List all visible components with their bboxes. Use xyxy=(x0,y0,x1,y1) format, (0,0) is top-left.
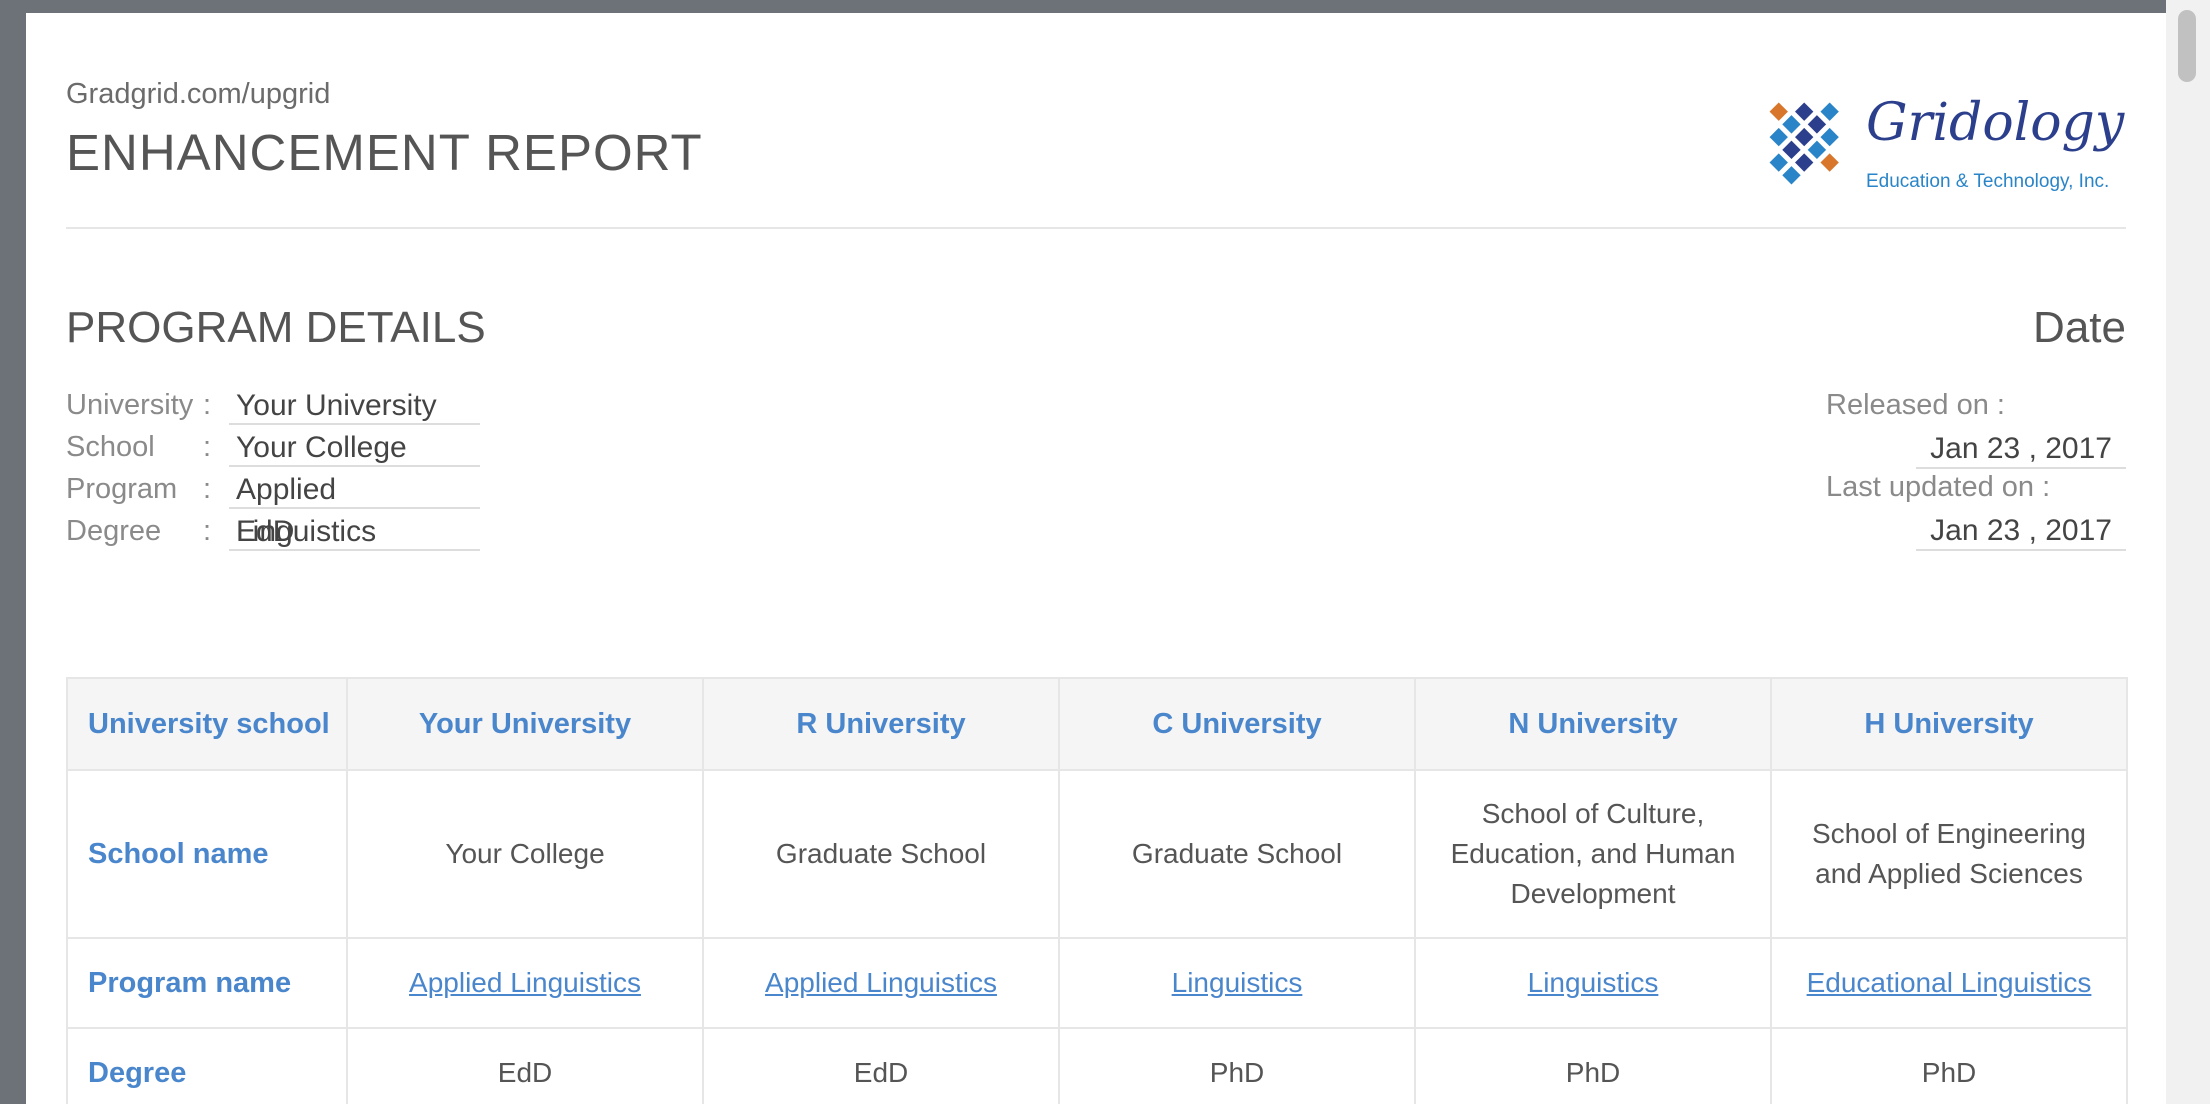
row-header: Degree xyxy=(66,1027,348,1104)
gridology-logo: Gridology Education & Technology, Inc. xyxy=(1730,85,2126,195)
table-cell: PhD xyxy=(1058,1027,1416,1104)
program-value: Applied Linguistics xyxy=(229,469,480,548)
logo-wordmark: Gridology xyxy=(1866,93,2125,153)
logo-tagline: Education & Technology, Inc. xyxy=(1866,171,2110,192)
table-cell: Graduate School xyxy=(1058,769,1416,939)
table-row-program-name: Program name Applied Linguistics Applied… xyxy=(66,937,2128,1029)
program-link[interactable]: Linguistics xyxy=(1528,967,1659,998)
updated-date: Jan 23 , 2017 xyxy=(1916,509,2126,551)
table-cell: School of Culture, Education, and Human … xyxy=(1414,769,1772,939)
detail-colon: : xyxy=(203,431,212,463)
table-row-degree: Degree EdD EdD PhD PhD PhD xyxy=(66,1027,2128,1104)
report-title: ENHANCEMENT REPORT xyxy=(66,124,703,181)
diamond-grid-icon xyxy=(1769,102,1839,185)
detail-label: School xyxy=(66,431,155,463)
column-header: R University xyxy=(702,677,1060,771)
program-link[interactable]: Applied Linguistics xyxy=(409,967,641,998)
university-value: Your University xyxy=(229,385,480,425)
table-cell: EdD xyxy=(346,1027,704,1104)
program-link[interactable]: Educational Linguistics xyxy=(1807,967,2092,998)
scrollbar-thumb[interactable] xyxy=(2178,10,2196,82)
table-cell: Applied Linguistics xyxy=(702,937,1060,1029)
table-cell: EdD xyxy=(702,1027,1060,1104)
released-label: Released on : xyxy=(1826,389,2005,421)
updated-label: Last updated on : xyxy=(1826,471,2051,503)
table-cell: PhD xyxy=(1414,1027,1772,1104)
table-cell: PhD xyxy=(1770,1027,2128,1104)
table-cell: Your College xyxy=(346,769,704,939)
program-link[interactable]: Linguistics xyxy=(1172,967,1303,998)
column-header: University school xyxy=(66,677,348,771)
header-divider xyxy=(66,227,2126,229)
table-row-school-name: School name Your College Graduate School… xyxy=(66,769,2128,939)
degree-value: EdD xyxy=(229,511,480,551)
column-header: H University xyxy=(1770,677,2128,771)
column-header: N University xyxy=(1414,677,1772,771)
table-cell: Linguistics xyxy=(1058,937,1416,1029)
date-title: Date xyxy=(2033,303,2126,352)
table-cell: Educational Linguistics xyxy=(1770,937,2128,1029)
site-url: Gradgrid.com/upgrid xyxy=(66,78,331,110)
detail-label: Degree xyxy=(66,515,162,547)
program-link[interactable]: Applied Linguistics xyxy=(765,967,997,998)
table-cell: Linguistics xyxy=(1414,937,1772,1029)
detail-label: Program xyxy=(66,473,178,505)
table-header-row: University school Your University R Univ… xyxy=(66,677,2128,771)
vertical-scrollbar[interactable] xyxy=(2166,0,2210,1104)
released-date: Jan 23 , 2017 xyxy=(1916,427,2126,469)
table-cell: Applied Linguistics xyxy=(346,937,704,1029)
detail-label: University xyxy=(66,389,194,421)
column-header: C University xyxy=(1058,677,1416,771)
table-cell: Graduate School xyxy=(702,769,1060,939)
comparison-table: University school Your University R Univ… xyxy=(66,677,2128,1104)
detail-colon: : xyxy=(203,515,212,547)
program-details-title: PROGRAM DETAILS xyxy=(66,303,486,352)
detail-colon: : xyxy=(203,473,212,505)
table-cell: School of Engineering and Applied Scienc… xyxy=(1770,769,2128,939)
row-header: School name xyxy=(66,769,348,939)
school-value: Your College xyxy=(229,427,480,467)
report-page: Gradgrid.com/upgrid ENHANCEMENT REPORT G… xyxy=(26,13,2166,1104)
detail-colon: : xyxy=(203,389,212,421)
column-header: Your University xyxy=(346,677,704,771)
row-header: Program name xyxy=(66,937,348,1029)
